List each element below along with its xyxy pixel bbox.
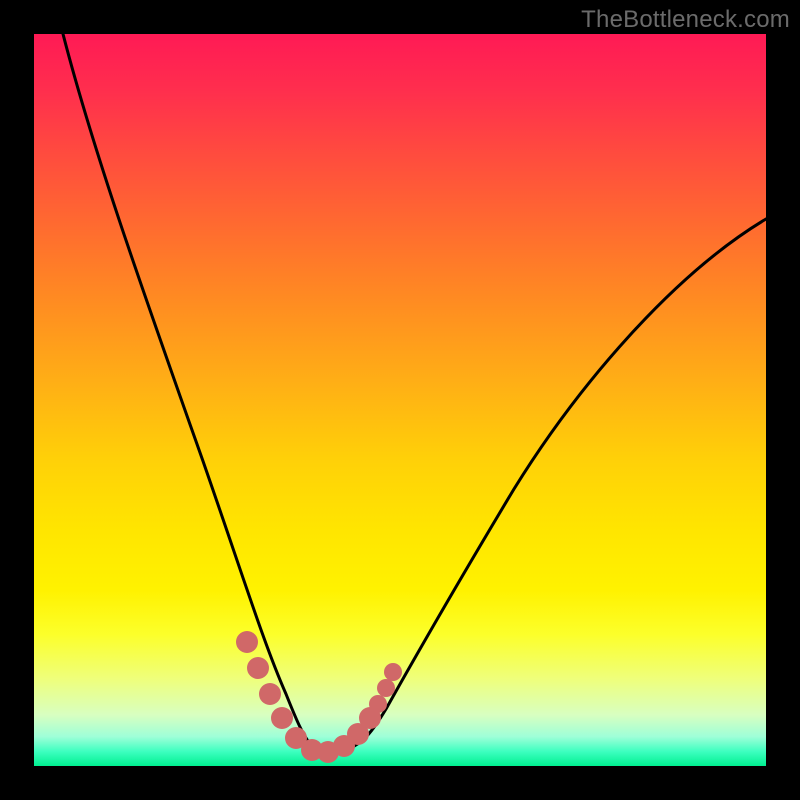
bottleneck-curve bbox=[63, 34, 766, 753]
highlight-markers bbox=[236, 631, 402, 763]
chart-frame: TheBottleneck.com bbox=[0, 0, 800, 800]
watermark-text: TheBottleneck.com bbox=[581, 6, 790, 34]
chart-svg bbox=[34, 34, 766, 766]
